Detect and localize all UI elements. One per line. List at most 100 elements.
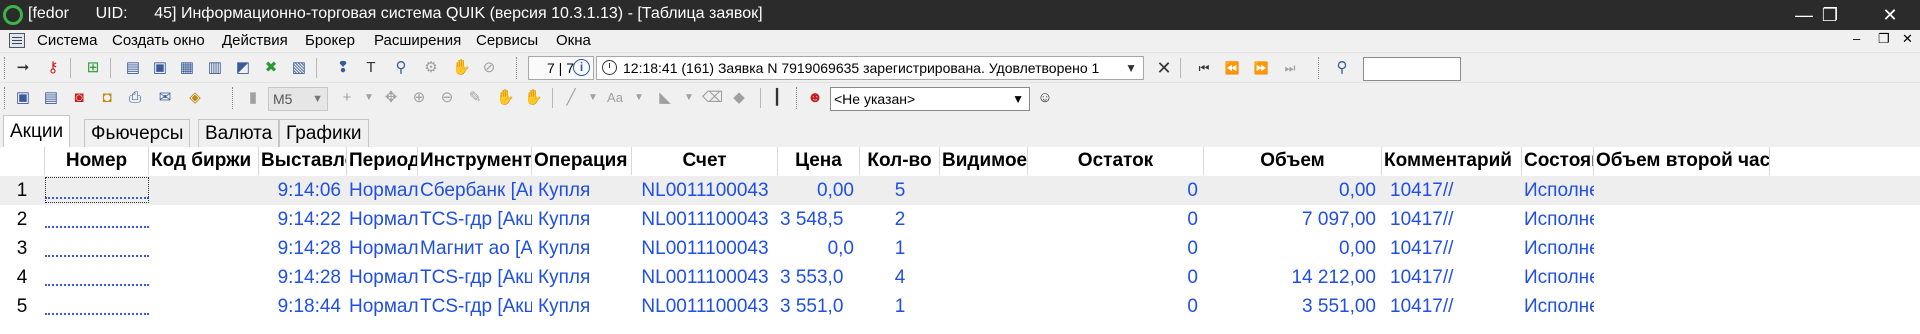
interval-select[interactable]: M5 ▼ bbox=[268, 87, 328, 111]
first-icon[interactable]: ⏮ bbox=[1195, 59, 1213, 77]
toolbar-grip[interactable] bbox=[1318, 57, 1322, 79]
bar-icon[interactable]: ┃ bbox=[768, 89, 786, 107]
tt-icon[interactable]: ▣ bbox=[151, 59, 169, 77]
col-price[interactable]: Цена bbox=[778, 147, 860, 175]
toolbar-grip[interactable] bbox=[232, 87, 236, 109]
limits-icon[interactable]: ▧ bbox=[290, 59, 308, 77]
menu-actions[interactable]: Действия bbox=[222, 32, 288, 49]
tab-currency[interactable]: Валюта bbox=[198, 119, 280, 148]
toolbar-grip[interactable] bbox=[516, 57, 520, 79]
search-input[interactable] bbox=[1363, 57, 1461, 81]
font-icon[interactable]: Aa bbox=[606, 89, 624, 107]
alert-icon[interactable]: ❢ bbox=[334, 59, 352, 77]
col-visible[interactable]: Видимое bbox=[940, 147, 1028, 175]
text-icon[interactable]: T bbox=[362, 59, 380, 77]
tab-stocks[interactable]: Акции bbox=[3, 115, 71, 149]
print-icon[interactable]: ⎙ bbox=[126, 89, 144, 107]
table-row[interactable]: 5 9:18:44 Нормальный TCS-гдр [Акции] Куп… bbox=[0, 292, 1920, 321]
mail-icon[interactable]: ✉ bbox=[156, 89, 174, 107]
bar-chart-icon[interactable]: ▮ bbox=[244, 89, 262, 107]
menu-extensions[interactable]: Расширения bbox=[374, 32, 461, 49]
mdi-close-icon[interactable]: ✕ bbox=[1902, 31, 1913, 47]
message-dropdown[interactable]: 12:18:41 (161) Заявка N 7919069635 зарег… bbox=[596, 56, 1144, 80]
portfolio-icon[interactable]: ▤ bbox=[42, 89, 60, 107]
mdi-minimize-icon[interactable]: – bbox=[1853, 31, 1860, 46]
pin-icon[interactable]: ⚲ bbox=[392, 59, 410, 77]
col-volume[interactable]: Объем bbox=[1204, 147, 1382, 175]
doc-icon[interactable]: ▦ bbox=[178, 59, 196, 77]
money-icon[interactable]: ◈ bbox=[186, 89, 204, 107]
menu-create-window[interactable]: Создать окно bbox=[112, 32, 205, 49]
stop-order-icon[interactable]: ◙ bbox=[70, 89, 88, 107]
hand-icon[interactable]: ✋ bbox=[452, 59, 471, 77]
diamond-icon[interactable]: ◆ bbox=[730, 89, 748, 107]
crosshair-icon[interactable]: + bbox=[338, 89, 356, 107]
maximize-button[interactable]: ❐ bbox=[1800, 0, 1860, 30]
col-state[interactable]: Состояние bbox=[1522, 147, 1594, 175]
eraser-icon[interactable]: ⌫ bbox=[702, 89, 723, 107]
connect-icon[interactable]: ➞ bbox=[14, 59, 32, 77]
menu-windows[interactable]: Окна bbox=[556, 32, 591, 49]
table-row[interactable]: 3 9:14:28 Нормальный Магнит ао [Акции] К… bbox=[0, 234, 1920, 263]
zoom-in-icon[interactable]: ⊕ bbox=[410, 89, 428, 107]
table-row[interactable]: 1 9:14:06 Нормальный Сбербанк [Акции] Ку… bbox=[0, 176, 1920, 205]
pan-icon[interactable]: ✋ bbox=[524, 89, 543, 107]
tab-futures[interactable]: Фьючерсы bbox=[84, 119, 191, 148]
system-menu-icon[interactable] bbox=[9, 33, 25, 48]
col-placed[interactable]: Выставлена bbox=[259, 147, 347, 175]
search-icon[interactable]: ⚲ bbox=[1333, 59, 1351, 77]
table-row[interactable]: 2 9:14:22 Нормальный TCS-гдр [Акции] Куп… bbox=[0, 205, 1920, 234]
table-row[interactable]: 4 9:14:28 Нормальный TCS-гдр [Акции] Куп… bbox=[0, 263, 1920, 292]
tab-charts[interactable]: Графики bbox=[279, 119, 369, 148]
col-remaining[interactable]: Остаток bbox=[1028, 147, 1204, 175]
toolbar-grip[interactable] bbox=[796, 87, 800, 109]
cancel-icon[interactable]: ✕ bbox=[1155, 59, 1173, 77]
last-icon[interactable]: ⏭ bbox=[1281, 59, 1299, 77]
client-select[interactable]: <Не указан> ▼ bbox=[830, 87, 1030, 111]
toolbar-grip[interactable] bbox=[4, 87, 8, 109]
move-icon[interactable]: ✥ bbox=[382, 89, 400, 107]
table-icon[interactable]: ▤ bbox=[124, 59, 142, 77]
mdi-restore-icon[interactable]: ❐ bbox=[1878, 31, 1890, 47]
info-icon[interactable]: i bbox=[573, 59, 590, 76]
next-icon[interactable]: ⏩ bbox=[1252, 59, 1270, 77]
col-quantity[interactable]: Кол-во bbox=[860, 147, 940, 175]
window-icon[interactable]: ▣ bbox=[14, 89, 32, 107]
key-icon[interactable]: ⚷ bbox=[44, 59, 62, 77]
chevron-down-icon[interactable]: ▼ bbox=[584, 89, 602, 107]
position-icon[interactable]: ◘ bbox=[98, 89, 116, 107]
col-second-part-volume[interactable]: Объем второй части bbox=[1594, 147, 1770, 175]
col-period[interactable]: Период bbox=[347, 147, 418, 175]
hand-icon[interactable]: ✋ bbox=[496, 89, 515, 107]
toolbar-grip[interactable] bbox=[4, 57, 8, 79]
line-tool-icon[interactable]: ╱ bbox=[562, 89, 580, 107]
prev-icon[interactable]: ⏪ bbox=[1223, 59, 1241, 77]
close-button[interactable]: ✕ bbox=[1860, 0, 1920, 30]
chevron-down-icon[interactable]: ▼ bbox=[360, 89, 378, 107]
fill-icon[interactable]: ◣ bbox=[656, 89, 674, 107]
menu-system[interactable]: Система bbox=[37, 32, 97, 49]
col-number[interactable]: Номер bbox=[45, 147, 149, 175]
col-comment[interactable]: Комментарий bbox=[1382, 147, 1522, 175]
col-instrument[interactable]: Инструмент bbox=[418, 147, 532, 175]
account-cell: NL0011100043 bbox=[641, 209, 769, 230]
client-icon[interactable]: ☻ bbox=[806, 89, 824, 107]
ruler-icon[interactable]: ✎ bbox=[466, 89, 484, 107]
trades-icon[interactable]: ✖ bbox=[262, 59, 280, 77]
counter-value: 7 | 7 bbox=[547, 60, 574, 76]
chevron-down-icon[interactable]: ▼ bbox=[680, 89, 698, 107]
stop-icon[interactable]: ⊘ bbox=[480, 59, 498, 77]
gear-icon[interactable]: ⚙ bbox=[422, 59, 440, 77]
menu-broker[interactable]: Брокер bbox=[305, 32, 355, 49]
col-operation[interactable]: Операция bbox=[532, 147, 632, 175]
chevron-down-icon[interactable]: ▼ bbox=[630, 89, 648, 107]
new-order-icon[interactable]: ⊞ bbox=[84, 59, 102, 77]
report-icon[interactable]: ▥ bbox=[206, 59, 224, 77]
quotes-icon[interactable]: ◩ bbox=[234, 59, 252, 77]
chevron-down-icon[interactable]: ▼ bbox=[1125, 57, 1137, 79]
col-exchange-code[interactable]: Код биржи bbox=[149, 147, 259, 175]
person-search-icon[interactable]: ☺ bbox=[1036, 89, 1054, 107]
menu-services[interactable]: Сервисы bbox=[476, 32, 538, 49]
zoom-out-icon[interactable]: ⊖ bbox=[438, 89, 456, 107]
col-account[interactable]: Счет bbox=[632, 147, 778, 175]
